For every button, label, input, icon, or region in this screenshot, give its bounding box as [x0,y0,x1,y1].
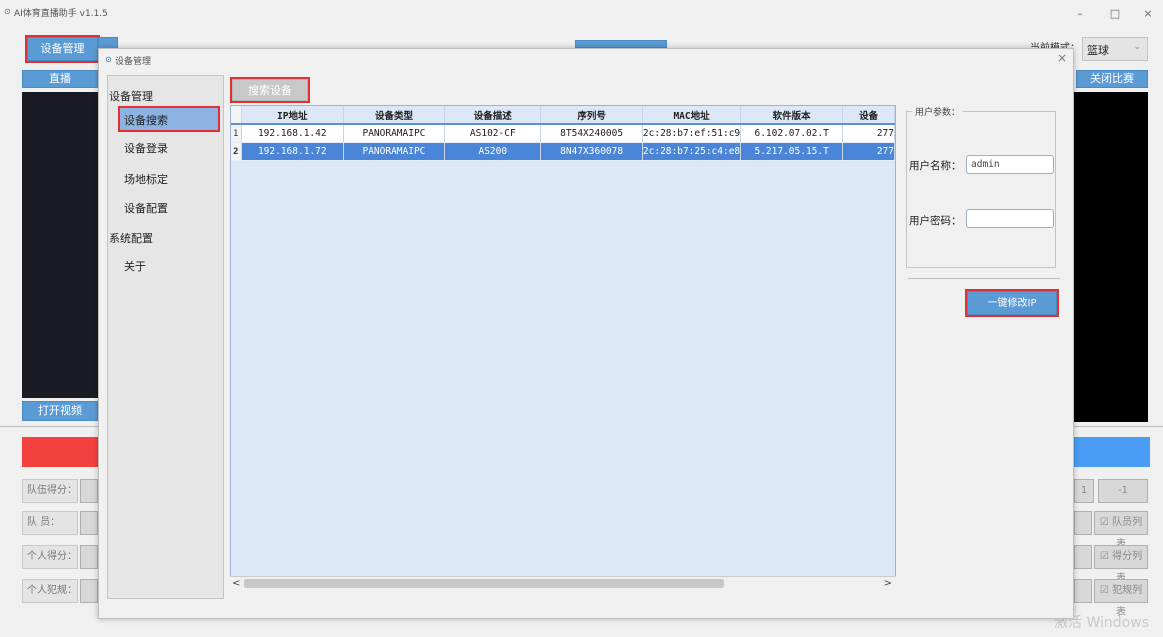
cell-serial: 8T54X240005 [540,124,643,143]
close-button[interactable]: × [1138,6,1158,22]
app-title: AI体育直播助手 v1.1.5 [14,9,108,19]
column-header-serial[interactable]: 序列号 [540,106,643,125]
personal-score-cell[interactable] [80,545,98,569]
cell-desc: AS200 [444,142,542,161]
password-input[interactable] [966,209,1054,228]
mode-value: 篮球 [1087,44,1109,57]
nav-group-device-mgmt[interactable]: 设备管理 [109,88,153,104]
username-input[interactable] [966,155,1054,174]
dialog-logo-icon: ⊙ [105,55,112,64]
app-logo-icon: ⊙ [4,7,11,16]
column-header-ip[interactable]: IP地址 [241,106,344,125]
cell-ip: 192.168.1.72 [241,142,344,161]
nav-panel: 设备管理 设备搜索 设备登录 场地标定 设备配置 系统配置 关于 [107,75,224,599]
nav-item-device-config[interactable]: 设备配置 [124,200,168,216]
dialog-title-bar: ⊙ 设备管理 × [99,49,1073,71]
modify-ip-button[interactable]: 一键修改IP [965,289,1059,317]
device-mgmt-dialog: ⊙ 设备管理 × 设备管理 设备搜索 设备登录 场地标定 设备配置 系统配置 关… [98,48,1074,619]
device-table[interactable]: IP地址 设备类型 设备描述 序列号 MAC地址 软件版本 设备 1 192.1… [230,105,896,590]
match-tab-button[interactable] [575,40,667,48]
personal-foul-label: 个人犯规： [22,579,78,603]
password-label: 用户密码： [909,215,962,227]
column-header-mac[interactable]: MAC地址 [642,106,742,125]
dialog-close-button[interactable]: × [1057,51,1067,65]
nav-item-about[interactable]: 关于 [124,258,146,274]
column-header-device[interactable]: 设备 [842,106,895,125]
blue-team-bar[interactable] [1074,437,1150,467]
row-number: 1 [231,124,242,143]
score-cell-right[interactable] [1074,545,1092,569]
cell-serial: 8N47X360078 [540,142,643,161]
column-header-desc[interactable]: 设备描述 [444,106,542,125]
player-list-button[interactable]: ☑ 队员列表 [1094,511,1148,550]
player-label: 队 员： [22,511,78,535]
cell-mac: 2c:28:b7:25:c4:e8 [642,142,742,161]
player-cell[interactable] [80,511,98,535]
foul-cell-right[interactable] [1074,579,1092,603]
score-list-button[interactable]: ☑ 得分列表 [1094,545,1148,584]
foul-cell[interactable] [80,579,98,603]
score-cell[interactable] [80,479,98,503]
user-params-title: 用户参数： [912,105,964,118]
table-row[interactable]: 1 192.168.1.42 PANORAMAIPC AS102-CF 8T54… [231,124,895,143]
nav-item-device-login[interactable]: 设备登录 [124,140,168,156]
cell-version: 5.217.05.15.T [740,142,844,161]
cell-extra: 277 [842,142,895,161]
cell-extra: 277 [842,124,895,143]
nav-item-device-search[interactable]: 设备搜索 [118,106,220,132]
username-label: 用户名称： [909,160,962,172]
scroll-left-icon[interactable]: < [232,578,240,589]
team-score-label: 队伍得分： [22,479,78,503]
row-number: 2 [231,142,242,161]
nav-item-label: 设备搜索 [124,114,168,127]
personal-score-label: 个人得分： [22,545,78,569]
cell-ip: 192.168.1.42 [241,124,344,143]
search-device-button[interactable]: 搜索设备 [230,77,310,103]
cell-type: PANORAMAIPC [343,124,446,143]
live-button[interactable]: 直播 [22,70,98,88]
minimize-button[interactable]: – [1070,6,1090,22]
panel-divider [908,278,1060,279]
column-header-version[interactable]: 软件版本 [740,106,844,125]
chevron-down-icon: ⌄ [1133,42,1141,52]
plus-one-button[interactable]: 1 [1074,479,1094,503]
cell-mac: 2c:28:b7:ef:51:c9 [642,124,742,143]
cell-type: PANORAMAIPC [343,142,446,161]
open-video-button[interactable]: 打开视频 [22,401,98,421]
video-preview-right [1074,92,1148,422]
foul-list-button[interactable]: ☑ 犯规列表 [1094,579,1148,618]
scroll-right-icon[interactable]: > [884,578,892,589]
user-params-group: 用户参数： 用户名称： 用户密码： [906,105,1056,268]
close-match-button[interactable]: 关闭比赛 [1076,70,1148,88]
maximize-button[interactable]: □ [1105,6,1125,22]
cell-version: 6.102.07.02.T [740,124,844,143]
horizontal-scrollbar[interactable]: < > [230,576,896,590]
device-mgmt-button[interactable]: 设备管理 [25,35,100,63]
title-bar: ⊙ AI体育直播助手 v1.1.5 – □ × [0,0,1163,30]
nav-group-system-config[interactable]: 系统配置 [109,230,153,246]
nav-item-field-calibration[interactable]: 场地标定 [124,171,168,187]
scrollbar-thumb[interactable] [244,579,724,588]
video-preview-left [22,92,98,398]
row-number-header [231,106,242,125]
minus-one-button[interactable]: -1 [1098,479,1148,503]
player-cell-right[interactable] [1074,511,1092,535]
cell-desc: AS102-CF [444,124,542,143]
table-header-row: IP地址 设备类型 设备描述 序列号 MAC地址 软件版本 设备 [231,106,895,125]
column-header-type[interactable]: 设备类型 [343,106,446,125]
table-row-selected[interactable]: 2 192.168.1.72 PANORAMAIPC AS200 8N47X36… [231,142,895,161]
red-team-bar[interactable] [22,437,98,467]
mode-select[interactable]: 篮球 ⌄ [1082,37,1148,61]
dialog-title: 设备管理 [115,57,152,67]
